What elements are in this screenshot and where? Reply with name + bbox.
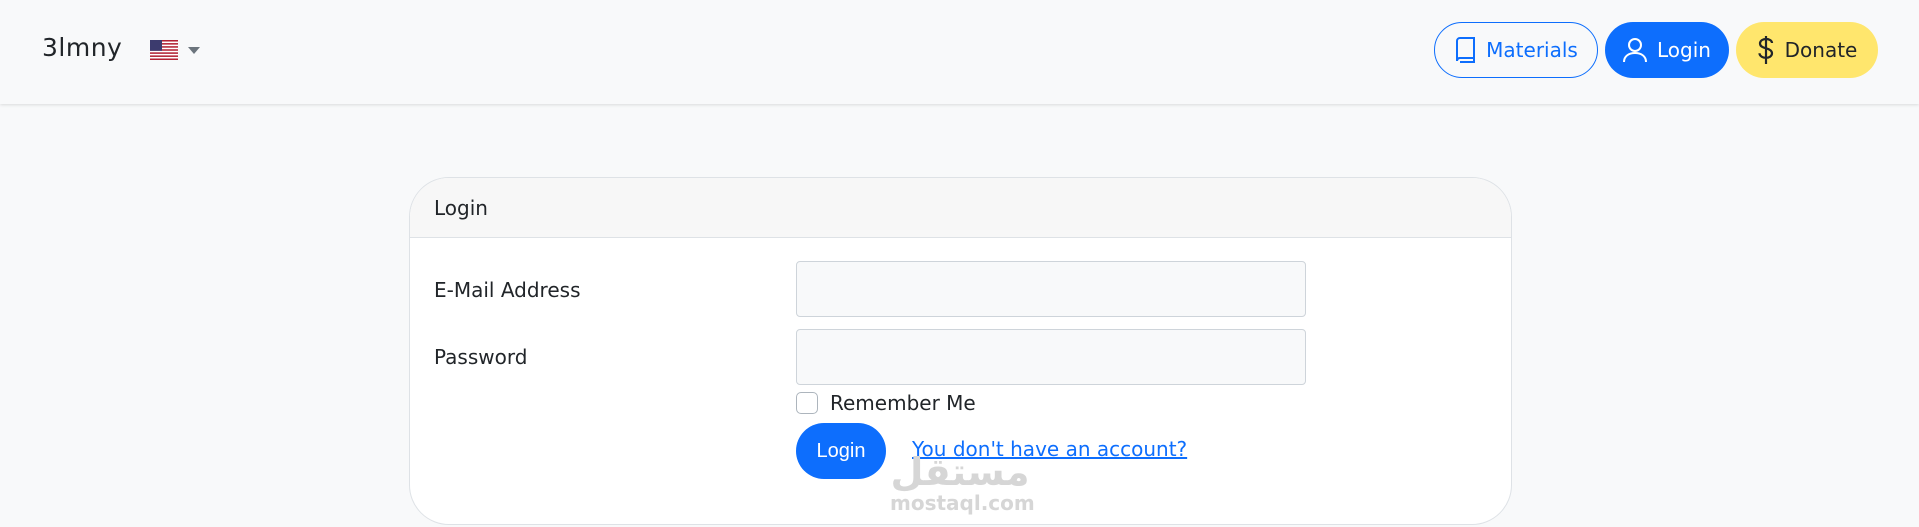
user-icon xyxy=(1623,38,1648,63)
register-link[interactable]: You don't have an account? xyxy=(912,437,1187,461)
login-card-header: Login xyxy=(410,178,1511,238)
email-label: E-Mail Address xyxy=(434,278,581,302)
top-navbar: 3lmny Materials Login Donate xyxy=(0,0,1919,104)
language-dropdown[interactable] xyxy=(150,38,206,62)
materials-button-label: Materials xyxy=(1486,38,1578,62)
login-submit-button[interactable]: Login xyxy=(796,423,886,479)
materials-button[interactable]: Materials xyxy=(1434,22,1598,78)
dollar-icon xyxy=(1758,36,1773,64)
remember-me-checkbox[interactable] xyxy=(796,392,818,414)
login-card: Login E-Mail Address Password Remember M… xyxy=(409,177,1512,525)
brand-logo[interactable]: 3lmny xyxy=(42,33,122,62)
nav-login-button[interactable]: Login xyxy=(1605,22,1729,78)
password-label: Password xyxy=(434,345,528,369)
password-field[interactable] xyxy=(796,329,1306,385)
us-flag-icon xyxy=(150,40,178,60)
nav-login-label: Login xyxy=(1657,38,1711,62)
remember-me-label: Remember Me xyxy=(830,391,976,415)
remember-me[interactable]: Remember Me xyxy=(796,391,976,415)
email-field[interactable] xyxy=(796,261,1306,317)
donate-button-label: Donate xyxy=(1784,38,1858,62)
donate-button[interactable]: Donate xyxy=(1736,22,1878,78)
book-icon xyxy=(1456,37,1476,63)
chevron-down-icon xyxy=(188,46,200,54)
